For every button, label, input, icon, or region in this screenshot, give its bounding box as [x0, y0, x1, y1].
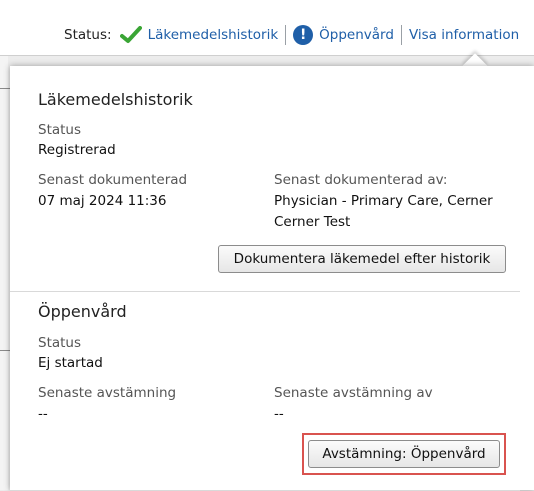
outpatient-status-label: Status	[38, 335, 82, 351]
background-page-edge	[0, 56, 8, 490]
status-row: Status: Läkemedelshistorik ! Öppenvård V…	[64, 23, 519, 47]
last-reconciliation-value: --	[38, 406, 48, 422]
show-information-link[interactable]: Visa information	[409, 27, 519, 43]
background-divider	[0, 350, 10, 351]
alert-icon: !	[293, 25, 314, 45]
checkmark-icon	[119, 26, 142, 43]
outpatient-status-value: Ej startad	[38, 355, 103, 371]
status-popover: Läkemedelshistorik Status Registrerad Se…	[10, 66, 534, 491]
background-divider	[0, 88, 10, 89]
last-documented-by-value: Physician - Primary Care, Cerner	[274, 193, 493, 209]
last-documented-by-label: Senast dokumenterad av:	[274, 172, 448, 188]
document-medication-history-button[interactable]: Dokumentera läkemedel efter historik	[218, 245, 506, 273]
last-documented-label: Senast dokumenterad	[38, 172, 188, 188]
last-documented-by-value: Cerner Test	[274, 214, 351, 230]
last-reconciliation-by-label: Senaste avstämning av	[274, 385, 433, 401]
last-reconciliation-by-value: --	[274, 406, 284, 422]
history-section: Läkemedelshistorik Status Registrerad Se…	[10, 66, 520, 292]
history-status-value: Registrerad	[38, 142, 116, 158]
status-label: Status:	[64, 27, 112, 43]
outpatient-title: Öppenvård	[38, 302, 127, 321]
separator	[285, 25, 287, 45]
status-bar: Status: Läkemedelshistorik ! Öppenvård V…	[0, 0, 534, 56]
history-status-link[interactable]: Läkemedelshistorik	[148, 27, 279, 43]
history-status-label: Status	[38, 122, 82, 138]
last-documented-value: 07 maj 2024 11:36	[38, 193, 167, 209]
separator	[400, 25, 402, 45]
history-title: Läkemedelshistorik	[38, 90, 193, 109]
outpatient-status-link[interactable]: Öppenvård	[319, 27, 394, 43]
outpatient-section: Öppenvård Status Ej startad Senaste avst…	[10, 292, 520, 491]
outpatient-reconciliation-button[interactable]: Avstämning: Öppenvård	[308, 440, 500, 468]
last-reconciliation-label: Senaste avstämning	[38, 385, 177, 401]
